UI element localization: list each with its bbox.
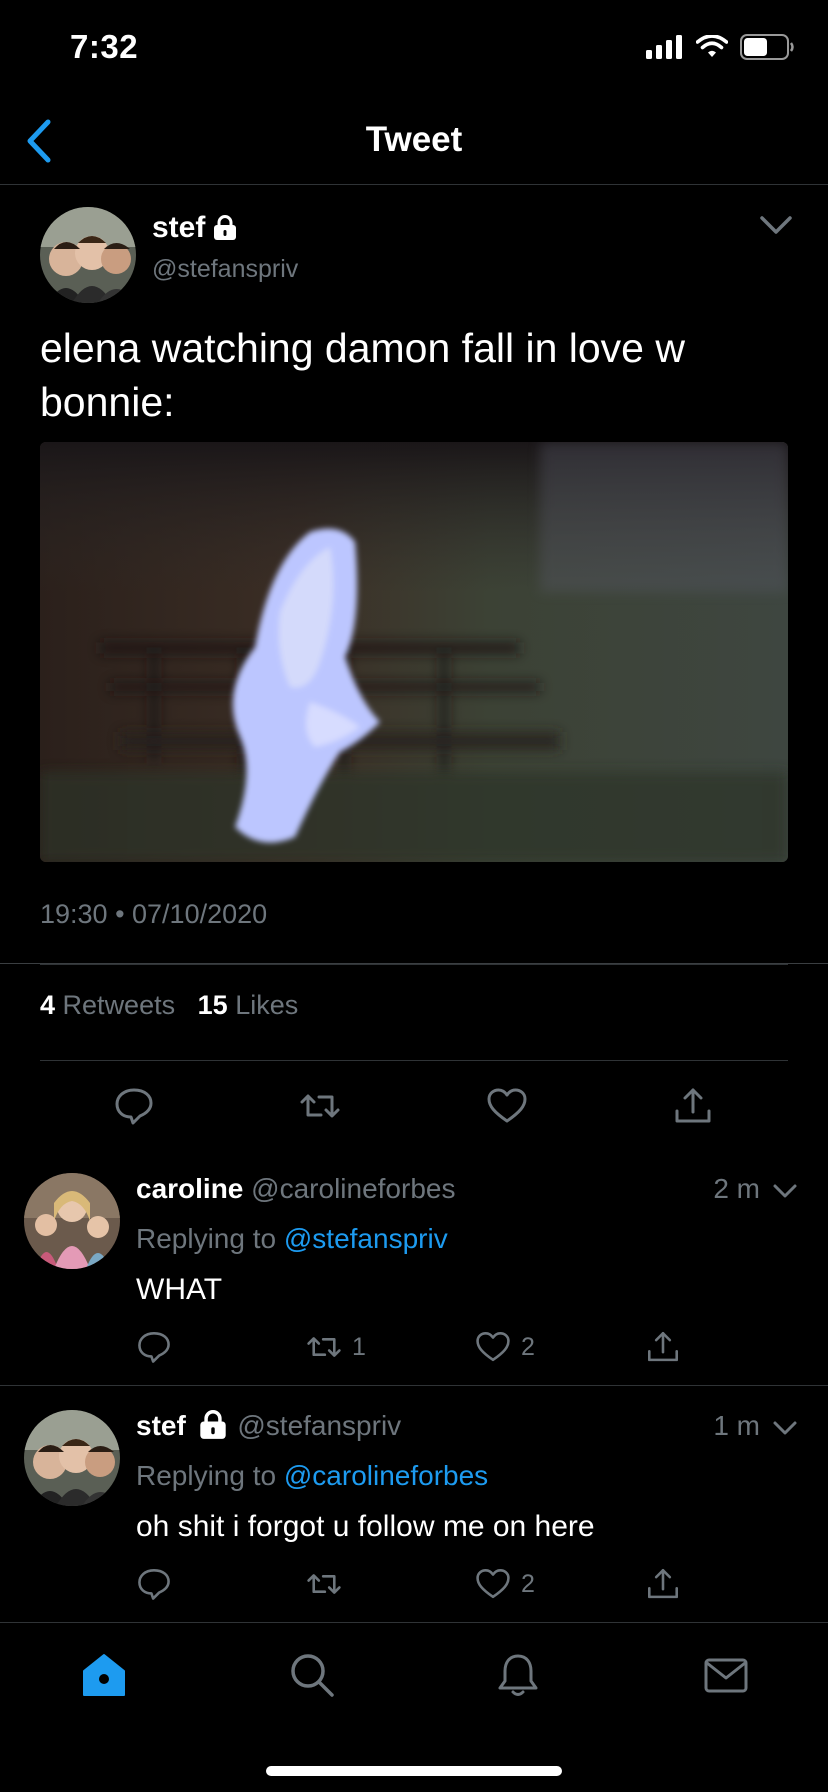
mail-icon[interactable] — [702, 1651, 750, 1699]
reply-button[interactable] — [136, 1329, 172, 1365]
tweet-stats: 4 Retweets 15 Likes — [40, 990, 298, 1021]
tweet-media[interactable] — [40, 442, 788, 862]
cellular-signal-icon — [646, 35, 682, 59]
share-icon[interactable] — [672, 1085, 714, 1127]
reply-tweet[interactable]: caroline @carolineforbes 2 m Replying to… — [0, 1149, 828, 1385]
likes-count[interactable]: 15 — [198, 990, 228, 1020]
retweets-count[interactable]: 4 — [40, 990, 55, 1020]
author-name[interactable]: stef — [152, 211, 205, 245]
like-heart-icon — [476, 1332, 510, 1362]
reply-author-handle[interactable]: @stefanspriv — [237, 1410, 401, 1441]
replying-to-mention[interactable]: @stefanspriv — [284, 1223, 448, 1254]
retweets-label[interactable]: Retweets — [63, 990, 176, 1020]
reply-header: stef @stefanspriv — [136, 1410, 401, 1442]
retweet-button[interactable]: 1 — [306, 1329, 366, 1365]
nav-bar: Tweet — [0, 100, 828, 185]
tweet-text: elena watching damon fall in love w bonn… — [40, 325, 685, 425]
reply-avatar[interactable] — [24, 1173, 120, 1269]
reply-icon — [138, 1332, 170, 1363]
bell-icon[interactable] — [494, 1651, 542, 1699]
reply-author-handle[interactable]: @carolineforbes — [251, 1173, 455, 1204]
tweet-timestamp: 19:30 • 07/10/2020 — [40, 899, 268, 929]
divider — [40, 1060, 788, 1061]
reply-actions: 2 — [0, 1566, 828, 1610]
like-button[interactable]: 2 — [475, 1566, 535, 1602]
chevron-down-icon[interactable] — [758, 213, 794, 237]
like-heart-icon[interactable] — [486, 1085, 528, 1127]
like-count: 2 — [521, 1569, 535, 1598]
replying-to-label: Replying to — [136, 1460, 277, 1491]
retweet-icon — [307, 1574, 341, 1594]
author-handle[interactable]: @stefanspriv — [152, 255, 298, 284]
reply-button[interactable] — [136, 1566, 172, 1602]
divider — [40, 964, 788, 965]
likes-label[interactable]: Likes — [235, 990, 298, 1020]
replying-to: Replying to @stefanspriv — [136, 1223, 448, 1255]
home-indicator[interactable] — [266, 1766, 562, 1776]
reply-time: 1 m — [713, 1410, 760, 1441]
reply-avatar[interactable] — [24, 1410, 120, 1506]
status-icons — [646, 34, 794, 60]
lock-icon — [199, 1410, 226, 1439]
reply-text: WHAT — [136, 1273, 223, 1306]
search-icon[interactable] — [288, 1651, 336, 1699]
retweet-button[interactable] — [306, 1566, 352, 1602]
like-heart-icon — [476, 1569, 510, 1599]
retweet-icon — [307, 1337, 341, 1357]
share-button[interactable] — [645, 1566, 681, 1602]
replying-to-mention[interactable]: @carolineforbes — [284, 1460, 488, 1491]
retweet-icon[interactable] — [299, 1085, 341, 1127]
reply-author-name[interactable]: stef — [136, 1410, 186, 1441]
section-divider — [0, 963, 828, 964]
reply-tweet[interactable]: stef @stefanspriv 1 m Replying to @carol… — [0, 1386, 828, 1622]
share-button[interactable] — [645, 1329, 681, 1365]
lock-icon — [214, 215, 237, 240]
battery-icon — [740, 34, 794, 60]
author-name-row: stef — [152, 211, 237, 245]
status-bar: 7:32 — [0, 0, 828, 100]
author-avatar[interactable] — [40, 207, 136, 303]
page-title: Tweet — [365, 120, 463, 159]
like-count: 2 — [521, 1332, 535, 1361]
reply-icon[interactable] — [113, 1085, 155, 1127]
reply-header: caroline @carolineforbes — [136, 1173, 455, 1205]
like-button[interactable]: 2 — [475, 1329, 535, 1365]
reply-text: oh shit i forgot u follow me on here — [136, 1510, 595, 1543]
reply-author-name[interactable]: caroline — [136, 1173, 243, 1204]
retweet-count: 1 — [352, 1332, 366, 1361]
share-icon — [648, 1569, 678, 1599]
chevron-down-icon[interactable] — [772, 1420, 798, 1438]
replying-to: Replying to @carolineforbes — [136, 1460, 488, 1492]
home-icon[interactable] — [80, 1651, 128, 1699]
reply-icon — [138, 1569, 170, 1600]
reply-actions: 1 2 — [0, 1329, 828, 1373]
status-time: 7:32 — [70, 28, 139, 65]
chevron-down-icon[interactable] — [772, 1183, 798, 1201]
wifi-icon — [696, 35, 728, 57]
tweet-actions — [0, 1085, 828, 1145]
share-icon — [648, 1332, 678, 1362]
reply-time: 2 m — [713, 1173, 760, 1204]
replying-to-label: Replying to — [136, 1223, 277, 1254]
